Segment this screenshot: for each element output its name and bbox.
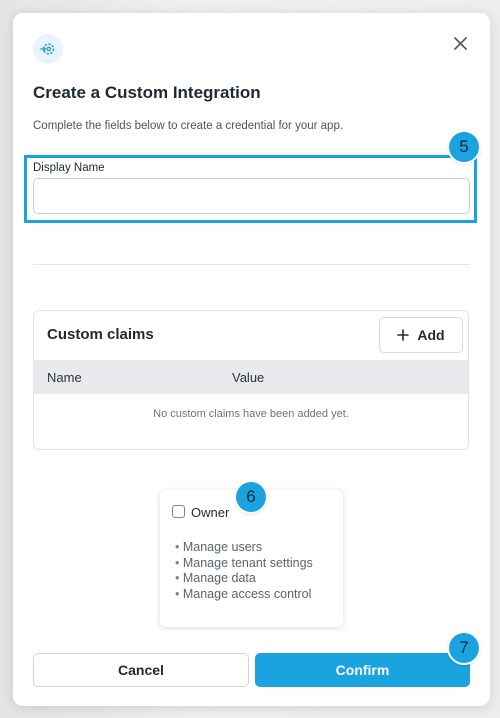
add-claim-label: Add: [417, 327, 445, 343]
column-header-name: Name: [47, 370, 82, 385]
display-name-input[interactable]: [33, 178, 470, 214]
permission-item: Manage tenant settings: [175, 556, 313, 572]
integration-gear-icon: [33, 34, 63, 64]
create-integration-dialog: Create a Custom Integration Complete the…: [13, 13, 490, 706]
owner-label: Owner: [191, 505, 230, 520]
dialog-title: Create a Custom Integration: [33, 83, 261, 102]
step-badge-7: 7: [449, 633, 479, 663]
owner-permissions-list: Manage users Manage tenant settings Mana…: [175, 540, 313, 602]
custom-claims-card: Custom claims Add Name Value No custom c…: [33, 310, 469, 450]
column-header-value: Value: [232, 370, 265, 385]
dialog-subtitle: Complete the fields below to create a cr…: [33, 120, 344, 132]
permission-item: Manage access control: [175, 587, 313, 603]
add-claim-button[interactable]: Add: [379, 317, 463, 353]
permission-item: Manage users: [175, 540, 313, 556]
permission-item: Manage data: [175, 571, 313, 587]
custom-claims-title: Custom claims: [47, 326, 154, 343]
step-badge-5: 5: [449, 132, 479, 162]
cancel-button[interactable]: Cancel: [33, 653, 249, 687]
display-name-label: Display Name: [33, 162, 105, 174]
confirm-button[interactable]: Confirm: [255, 653, 470, 687]
owner-checkbox[interactable]: [172, 505, 185, 518]
claims-empty-state: No custom claims have been added yet.: [153, 408, 349, 420]
claims-table-header: Name Value: [34, 360, 468, 394]
step-badge-6: 6: [236, 482, 266, 512]
close-button[interactable]: [450, 33, 470, 53]
plus-icon: [397, 329, 410, 341]
close-icon: [453, 36, 467, 50]
section-divider: [33, 264, 470, 265]
